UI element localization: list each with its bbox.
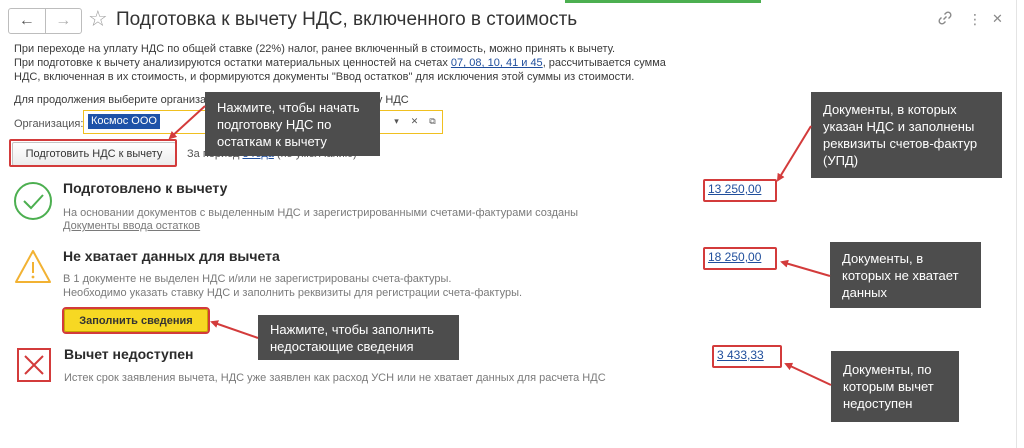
arrow-to-unavailable-amount <box>784 362 832 386</box>
arrow-to-fill-button <box>210 320 259 339</box>
arrow-to-prepared-amount <box>776 125 812 182</box>
annotation-arrows <box>168 105 832 386</box>
arrow-to-prepare-button <box>168 105 206 140</box>
arrow-to-missing-amount <box>780 259 831 277</box>
